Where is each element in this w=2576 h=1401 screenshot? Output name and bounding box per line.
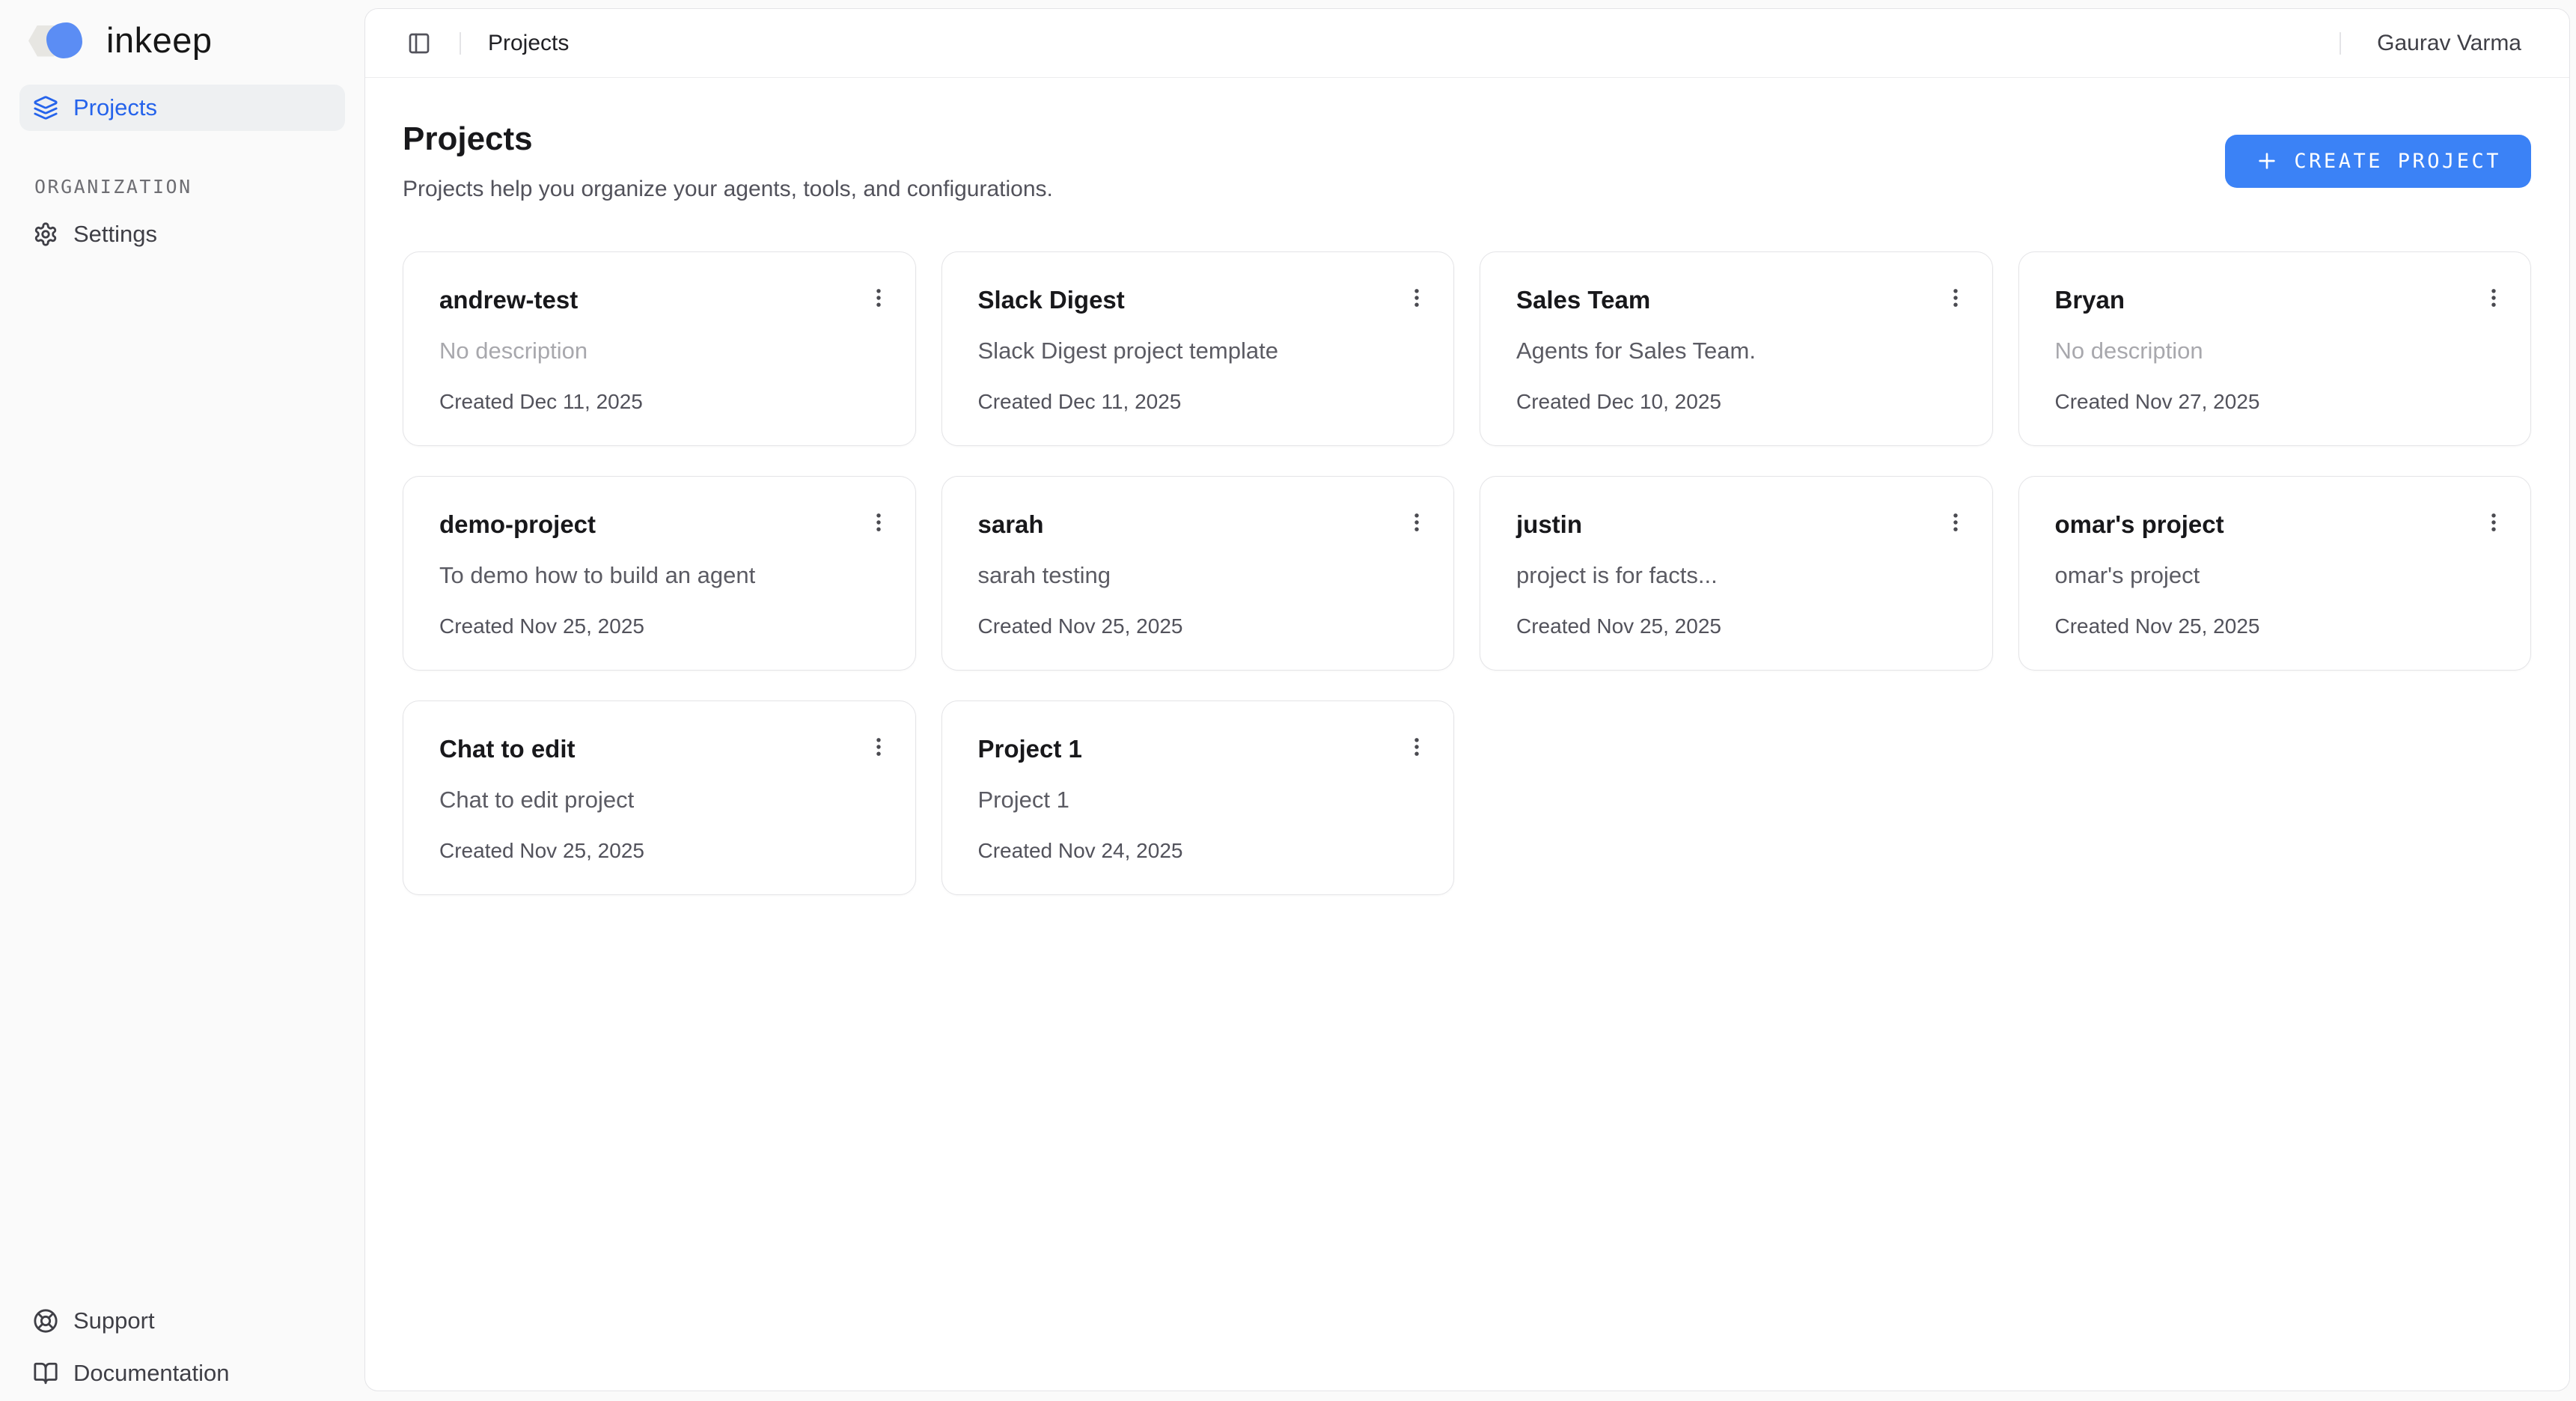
project-card-menu-button[interactable] [1938, 505, 1973, 540]
project-card-created: Created Nov 25, 2025 [1516, 613, 1956, 640]
project-card-menu-button[interactable] [1400, 505, 1434, 540]
project-card-title: sarah [978, 510, 1418, 540]
project-card-title: Bryan [2055, 285, 2495, 315]
project-card[interactable]: sarah sarah testing Created Nov 25, 2025 [941, 476, 1455, 671]
breadcrumb: Projects [488, 31, 569, 56]
topbar-divider [460, 32, 461, 55]
ellipsis-vertical-icon [1404, 510, 1429, 535]
project-card[interactable]: Bryan No description Created Nov 27, 202… [2018, 251, 2532, 446]
logo: inkeep [28, 19, 364, 61]
project-card-title: justin [1516, 510, 1956, 540]
main-panel: Projects Gaurav Varma Projects Projects … [364, 8, 2570, 1391]
sidebar-item-label: Documentation [73, 1360, 230, 1387]
project-card-title: Slack Digest [978, 285, 1418, 315]
project-card-title: omar's project [2055, 510, 2495, 540]
ellipsis-vertical-icon [1404, 285, 1429, 311]
page-header: Projects Projects help you organize your… [365, 78, 2569, 202]
ellipsis-vertical-icon [2481, 285, 2506, 311]
project-card[interactable]: demo-project To demo how to build an age… [403, 476, 916, 671]
ellipsis-vertical-icon [1943, 510, 1968, 535]
project-card-description: sarah testing [978, 561, 1418, 590]
project-card-description: omar's project [2055, 561, 2495, 590]
ellipsis-vertical-icon [866, 285, 891, 311]
sidebar-item-settings[interactable]: Settings [19, 211, 345, 257]
project-card-created: Created Nov 25, 2025 [2055, 613, 2495, 640]
inkeep-logo-icon [28, 21, 103, 60]
topbar-divider [2340, 32, 2341, 55]
life-buoy-icon [33, 1308, 58, 1334]
book-open-icon [33, 1361, 58, 1386]
ellipsis-vertical-icon [866, 734, 891, 760]
project-card-title: Project 1 [978, 734, 1418, 764]
project-card-description: Chat to edit project [439, 785, 879, 815]
project-card-description: Agents for Sales Team. [1516, 336, 1956, 366]
panel-left-icon [407, 31, 431, 55]
ellipsis-vertical-icon [866, 510, 891, 535]
plus-icon [2255, 149, 2279, 173]
sidebar-footer: Support Documentation [0, 1298, 364, 1401]
user-menu-button[interactable]: Gaurav Varma [2377, 31, 2521, 56]
project-card-created: Created Dec 11, 2025 [439, 388, 879, 415]
project-card-created: Created Nov 25, 2025 [978, 613, 1418, 640]
project-card-description: project is for facts... [1516, 561, 1956, 590]
project-card-created: Created Dec 11, 2025 [978, 388, 1418, 415]
topbar-right: Gaurav Varma [2340, 31, 2521, 56]
create-project-button-label: CREATE PROJECT [2294, 150, 2501, 173]
topbar: Projects Gaurav Varma [365, 9, 2569, 78]
project-card-description: Slack Digest project template [978, 336, 1418, 366]
sidebar-item-documentation[interactable]: Documentation [19, 1350, 345, 1397]
project-card-menu-button[interactable] [2476, 505, 2511, 540]
project-card-created: Created Nov 24, 2025 [978, 837, 1418, 864]
ellipsis-vertical-icon [1943, 285, 1968, 311]
project-card-created: Created Nov 27, 2025 [2055, 388, 2495, 415]
sidebar-item-label: Settings [73, 221, 157, 248]
page-subtitle: Projects help you organize your agents, … [403, 177, 1053, 202]
project-card-title: Chat to edit [439, 734, 879, 764]
ellipsis-vertical-icon [1404, 734, 1429, 760]
layers-icon [33, 95, 58, 120]
project-card-description: No description [2055, 336, 2495, 366]
project-card-created: Created Nov 25, 2025 [439, 613, 879, 640]
sidebar-item-label: Support [73, 1307, 155, 1334]
project-card-menu-button[interactable] [1400, 281, 1434, 315]
page-header-text: Projects Projects help you organize your… [403, 120, 1053, 202]
project-card-menu-button[interactable] [861, 505, 896, 540]
project-card-created: Created Nov 25, 2025 [439, 837, 879, 864]
project-card-menu-button[interactable] [1938, 281, 1973, 315]
sidebar-item-projects[interactable]: Projects [19, 85, 345, 131]
project-card-description: To demo how to build an agent [439, 561, 879, 590]
project-card[interactable]: andrew-test No description Created Dec 1… [403, 251, 916, 446]
project-card[interactable]: Slack Digest Slack Digest project templa… [941, 251, 1455, 446]
project-card-title: demo-project [439, 510, 879, 540]
project-card[interactable]: justin project is for facts... Created N… [1480, 476, 1993, 671]
sidebar: inkeep Projects ORGANIZATION Settings Su… [0, 0, 364, 1401]
gear-icon [33, 222, 58, 247]
sidebar-item-support[interactable]: Support [19, 1298, 345, 1344]
project-card-menu-button[interactable] [861, 730, 896, 764]
sidebar-item-label: Projects [73, 94, 157, 121]
page-title: Projects [403, 120, 1053, 159]
project-card-created: Created Dec 10, 2025 [1516, 388, 1956, 415]
logo-wordmark: inkeep [106, 19, 213, 61]
projects-grid: andrew-test No description Created Dec 1… [365, 202, 2569, 895]
ellipsis-vertical-icon [2481, 510, 2506, 535]
create-project-button[interactable]: CREATE PROJECT [2225, 135, 2531, 188]
project-card[interactable]: Sales Team Agents for Sales Team. Create… [1480, 251, 1993, 446]
project-card-description: Project 1 [978, 785, 1418, 815]
organization-section-label: ORGANIZATION [34, 176, 364, 198]
logo-blue-blob-shape [46, 22, 82, 58]
project-card[interactable]: Chat to edit Chat to edit project Create… [403, 700, 916, 895]
project-card-menu-button[interactable] [2476, 281, 2511, 315]
project-card-title: andrew-test [439, 285, 879, 315]
sidebar-toggle-button[interactable] [403, 27, 436, 60]
project-card-title: Sales Team [1516, 285, 1956, 315]
project-card-description: No description [439, 336, 879, 366]
project-card-menu-button[interactable] [1400, 730, 1434, 764]
project-card[interactable]: Project 1 Project 1 Created Nov 24, 2025 [941, 700, 1455, 895]
project-card-menu-button[interactable] [861, 281, 896, 315]
project-card[interactable]: omar's project omar's project Created No… [2018, 476, 2532, 671]
